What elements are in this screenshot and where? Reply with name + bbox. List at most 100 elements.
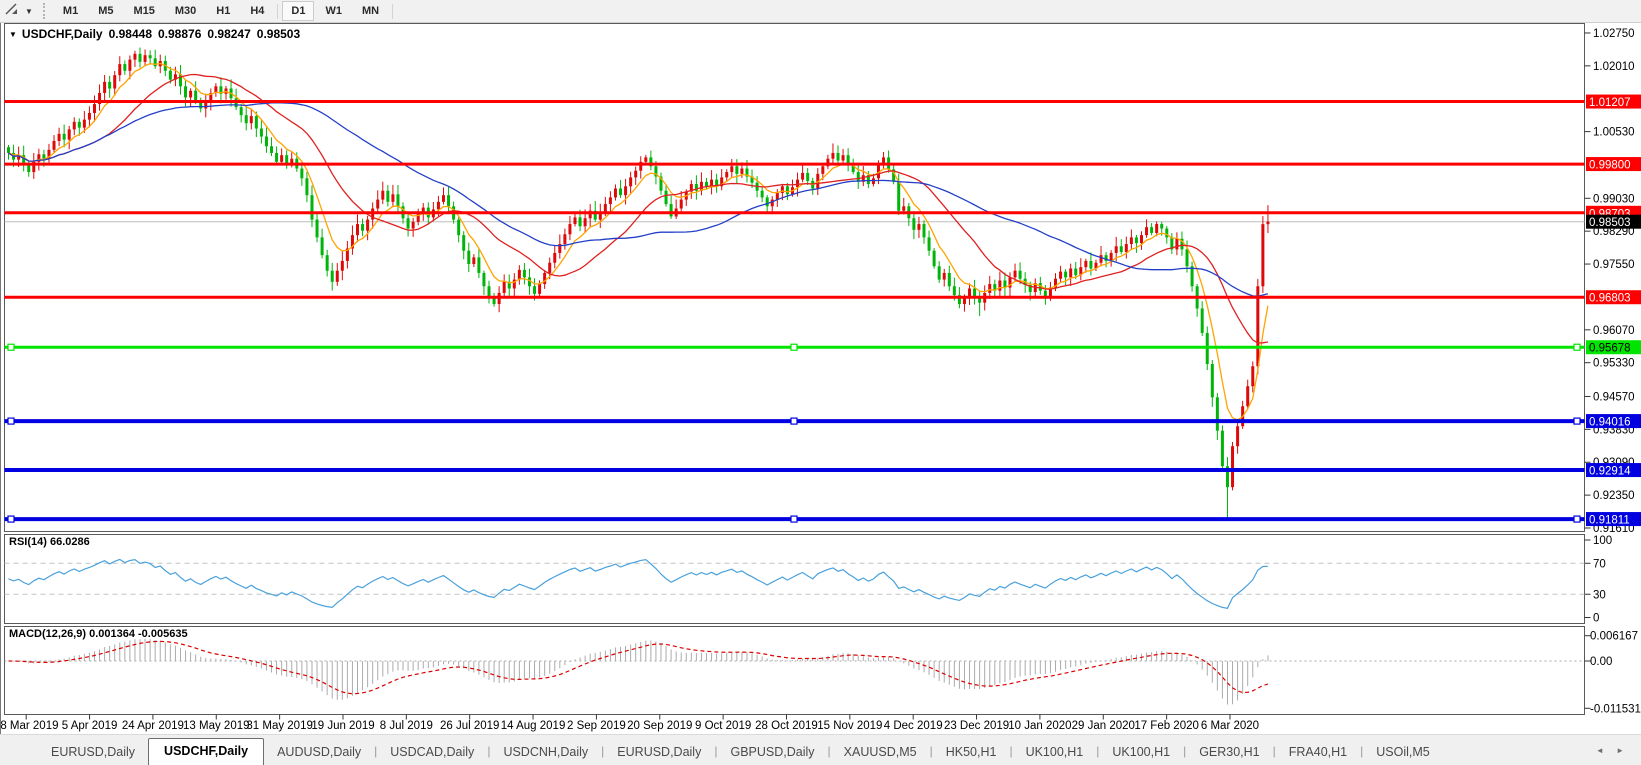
timeframe-button-m30[interactable]: M30 — [166, 1, 205, 21]
toolbar: ▼ M1M5M15M30H1H4 D1W1MN — [0, 0, 1641, 23]
collapse-triangle-icon[interactable]: ▼ — [9, 30, 17, 39]
price-line-label-0.96803: 0.96803 — [1586, 290, 1641, 305]
svg-text:2 Sep 2019: 2 Sep 2019 — [567, 720, 626, 732]
svg-text:0: 0 — [1593, 613, 1599, 625]
tab-hk50-h1[interactable]: HK50,H1 — [933, 740, 1010, 765]
svg-text:0.95330: 0.95330 — [1593, 358, 1635, 370]
svg-text:0.00: 0.00 — [1590, 656, 1612, 668]
svg-text:17 Feb 2020: 17 Feb 2020 — [1134, 720, 1199, 732]
svg-text:0.97550: 0.97550 — [1593, 259, 1635, 271]
svg-text:20 Sep 2019: 20 Sep 2019 — [627, 720, 692, 732]
tab-usoil-m5[interactable]: USOil,M5 — [1363, 740, 1442, 765]
svg-text:14 Aug 2019: 14 Aug 2019 — [501, 720, 566, 732]
svg-text:8 Jul 2019: 8 Jul 2019 — [380, 720, 433, 732]
current-price-label: 0.98503 — [1586, 215, 1641, 230]
rsi-axis[interactable]: 100 70 30 0 — [1585, 535, 1613, 625]
svg-text:1.01207: 1.01207 — [1589, 97, 1631, 109]
svg-text:1.02750: 1.02750 — [1593, 28, 1635, 40]
tab-fra40-h1[interactable]: FRA40,H1 — [1276, 740, 1360, 765]
hline-handle[interactable] — [1574, 516, 1580, 522]
symbol-period-label: USDCHF,Daily — [22, 27, 103, 41]
svg-text:9 Oct 2019: 9 Oct 2019 — [695, 720, 751, 732]
macd-axis[interactable]: 0.0061670.00-0.011531 — [1585, 631, 1641, 716]
svg-text:1.00530: 1.00530 — [1593, 127, 1635, 139]
hline-handle[interactable] — [8, 418, 14, 424]
svg-text:26 Jul 2019: 26 Jul 2019 — [440, 720, 499, 732]
svg-text:0.98503: 0.98503 — [1589, 217, 1631, 229]
svg-text:6 Mar 2020: 6 Mar 2020 — [1201, 720, 1259, 732]
tab-ger30-h1[interactable]: GER30,H1 — [1186, 740, 1272, 765]
svg-text:18 Mar 2019: 18 Mar 2019 — [0, 720, 58, 732]
tab-gbpusd-daily[interactable]: GBPUSD,Daily — [717, 740, 827, 765]
tab-scroll-left-icon[interactable]: ◄ — [1591, 744, 1609, 757]
macd-indicator-label: MACD(12,26,9) 0.001364 -0.005635 — [9, 628, 188, 640]
price-line-label-0.92914: 0.92914 — [1586, 463, 1641, 478]
tab-uk100-h1[interactable]: UK100,H1 — [1099, 740, 1183, 765]
tab-eurusd-daily[interactable]: EURUSD,Daily — [604, 740, 714, 765]
hline-handle[interactable] — [1574, 418, 1580, 424]
svg-text:23 Dec 2019: 23 Dec 2019 — [944, 720, 1009, 732]
chevron-down-icon[interactable]: ▼ — [25, 7, 33, 16]
price-line-label-0.94016: 0.94016 — [1586, 414, 1641, 429]
hline-handle[interactable] — [8, 516, 14, 522]
toolbar-grip — [43, 3, 45, 19]
svg-text:0.95678: 0.95678 — [1589, 343, 1631, 355]
tab-audusd-daily[interactable]: AUDUSD,Daily — [264, 740, 374, 765]
ohlc-low: 0.98247 — [207, 27, 250, 41]
timeframe-button-h4[interactable]: H4 — [241, 1, 273, 21]
svg-text:0.99800: 0.99800 — [1589, 160, 1631, 172]
svg-text:0.92350: 0.92350 — [1593, 490, 1635, 502]
ohlc-open: 0.98448 — [109, 27, 152, 41]
svg-text:24 Apr 2019: 24 Apr 2019 — [122, 720, 184, 732]
svg-text:0.94016: 0.94016 — [1589, 417, 1631, 429]
tab-uk100-h1[interactable]: UK100,H1 — [1013, 740, 1097, 765]
svg-text:0.99030: 0.99030 — [1593, 193, 1635, 205]
chart-tabs: EURUSD,DailyUSDCHF,DailyAUDUSD,Daily|USD… — [0, 737, 1443, 765]
svg-text:30: 30 — [1593, 589, 1606, 601]
svg-text:0.91811: 0.91811 — [1589, 515, 1630, 527]
svg-text:70: 70 — [1593, 558, 1606, 570]
tab-usdcad-daily[interactable]: USDCAD,Daily — [377, 740, 487, 765]
svg-text:28 Oct 2019: 28 Oct 2019 — [755, 720, 818, 732]
rsi-indicator-label: RSI(14) 66.0286 — [9, 536, 90, 548]
timeframe-button-h1[interactable]: H1 — [207, 1, 239, 21]
macd-panel — [5, 627, 1585, 715]
tab-usdcnh-daily[interactable]: USDCNH,Daily — [490, 740, 601, 765]
tab-xauusd-m5[interactable]: XAUUSD,M5 — [831, 740, 930, 765]
timeframe-button-m15[interactable]: M15 — [124, 1, 163, 21]
price-line-label-0.99800: 0.99800 — [1586, 157, 1641, 172]
time-axis[interactable]: 18 Mar 2019 5 Apr 2019 24 Apr 201913 May 2… — [0, 715, 1259, 733]
hline-handle[interactable] — [791, 344, 797, 350]
timeframe-button-mn[interactable]: MN — [353, 1, 388, 21]
hline-handle[interactable] — [8, 344, 14, 350]
price-line-label-0.95678: 0.95678 — [1586, 340, 1641, 355]
chart-title: ▼USDCHF,Daily0.984480.988760.982470.9850… — [9, 27, 300, 41]
timeframe-button-m1[interactable]: M1 — [54, 1, 87, 21]
tab-scroll-right-icon[interactable]: ► — [1611, 744, 1629, 757]
main-price-panel — [5, 24, 1585, 532]
hline-handle[interactable] — [1574, 344, 1580, 350]
toolbar-separator — [392, 4, 393, 19]
hline-handle[interactable] — [791, 418, 797, 424]
tab-usdchf-daily[interactable]: USDCHF,Daily — [148, 738, 264, 765]
timeframe-button-w1[interactable]: W1 — [316, 1, 351, 21]
svg-text:5 Apr 2019: 5 Apr 2019 — [62, 720, 118, 732]
svg-text:100: 100 — [1593, 535, 1612, 547]
svg-text:13 May 2019: 13 May 2019 — [183, 720, 250, 732]
svg-text:4 Dec 2019: 4 Dec 2019 — [884, 720, 943, 732]
svg-text:0.92914: 0.92914 — [1589, 466, 1631, 478]
timeframe-buttons: M1M5M15M30H1H4 D1W1MN — [53, 1, 396, 21]
chart-canvas[interactable]: 1.027501.020101.005300.990300.982900.975… — [0, 0, 1641, 765]
svg-text:15 Nov 2019: 15 Nov 2019 — [817, 720, 882, 732]
timeframe-button-m5[interactable]: M5 — [89, 1, 122, 21]
ohlc-close: 0.98503 — [257, 27, 300, 41]
rsi-panel — [5, 535, 1585, 624]
toolbar-separator — [277, 4, 278, 19]
hline-handle[interactable] — [791, 516, 797, 522]
svg-text:19 Jun 2019: 19 Jun 2019 — [311, 720, 374, 732]
price-line-label-1.01207: 1.01207 — [1586, 95, 1641, 110]
price-line-label-0.91811: 0.91811 — [1586, 512, 1641, 527]
tab-eurusd-daily[interactable]: EURUSD,Daily — [38, 740, 148, 765]
draw-tool-icon[interactable] — [3, 1, 20, 22]
timeframe-button-d1[interactable]: D1 — [282, 1, 314, 21]
